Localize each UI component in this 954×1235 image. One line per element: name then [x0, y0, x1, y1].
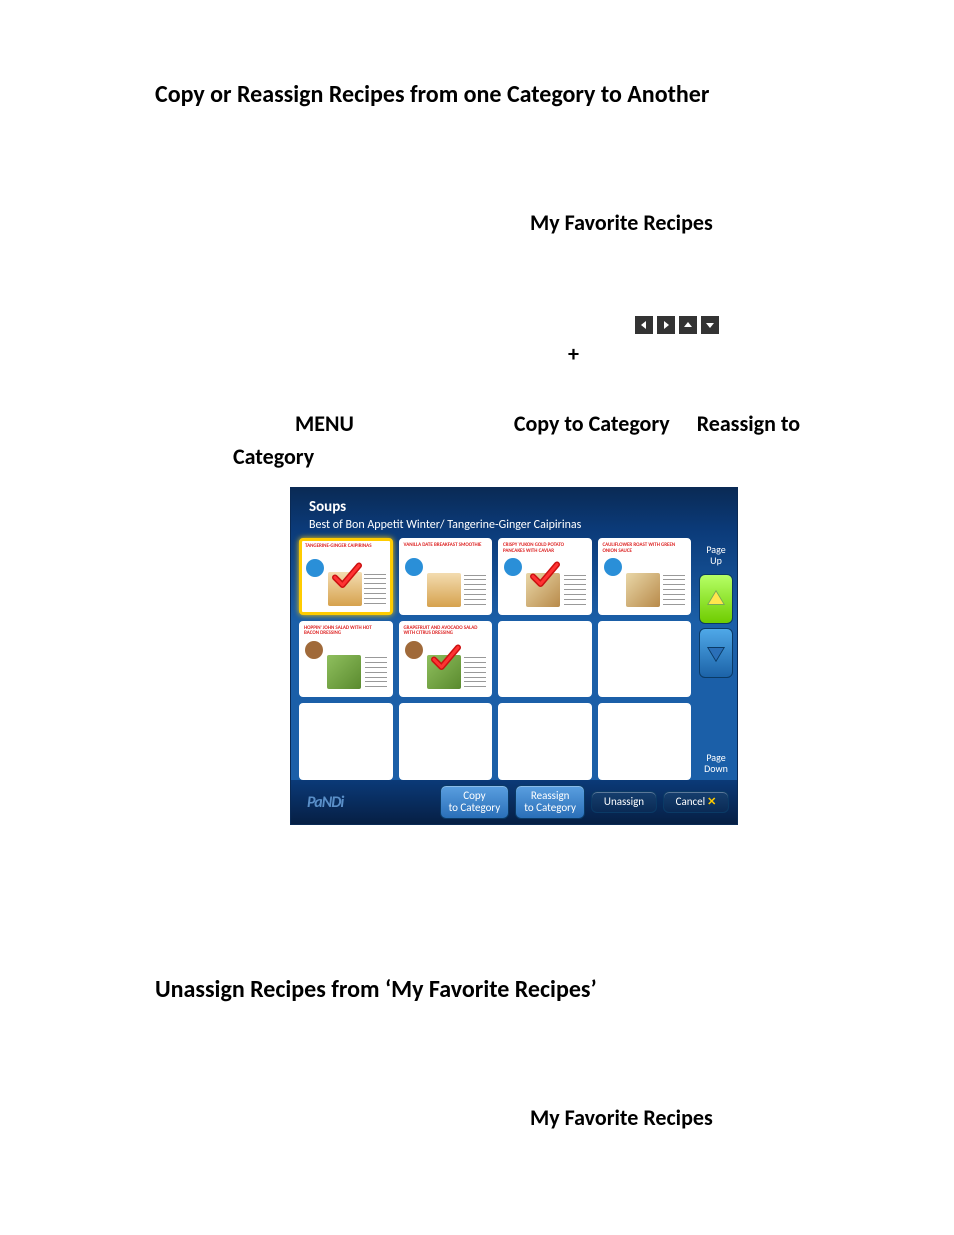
recipe-source-badge — [306, 559, 324, 577]
recipe-tile[interactable]: GRAPEFRUIT AND AVOCADO SALAD WITH CITRUS… — [399, 621, 493, 698]
reassign-to-category-button[interactable]: Reassignto Category — [515, 785, 585, 818]
recipe-tile-title: VANILLA DATE BREAKFAST SMOOTHIE — [401, 540, 491, 554]
section-heading-copy-reassign: Copy or Reassign Recipes from one Catego… — [155, 80, 854, 109]
label-reassign-to: Reassign to — [697, 407, 800, 440]
page-down-label: PageDown — [695, 746, 737, 780]
panel-category-name: Soups — [309, 498, 723, 516]
label-copy-to-category: Copy to Category — [514, 407, 670, 440]
recipe-text-lines — [464, 573, 486, 607]
page-up-label: PageUp — [695, 538, 737, 572]
close-icon: ✕ — [707, 795, 716, 808]
recipe-source-badge — [305, 641, 323, 659]
recipe-source-badge — [405, 641, 423, 659]
recipe-text-lines — [464, 655, 486, 689]
arrow-left-icon — [635, 316, 653, 334]
page-up-button[interactable] — [699, 574, 733, 624]
recipe-text-lines — [365, 655, 387, 689]
section-heading-unassign: Unassign Recipes from ‘My Favorite Recip… — [155, 975, 854, 1004]
recipe-tile-title: CRISPY YUKON GOLD POTATO PANCAKES WITH C… — [500, 540, 590, 554]
recipe-tile[interactable] — [299, 703, 393, 780]
recipe-text-lines — [364, 572, 386, 606]
copy-to-category-button[interactable]: Copyto Category — [440, 785, 510, 818]
recipe-thumbnail — [327, 655, 361, 689]
label-menu: MENU — [295, 407, 354, 440]
panel-bottom-bar: PaNDi Copyto Category Reassignto Categor… — [291, 780, 737, 824]
device-screenshot-panel: Soups Best of Bon Appetit Winter/ Tanger… — [290, 487, 738, 825]
recipe-grid: TANGERINE-GINGER CAIPIRINAS VANILLA DATE … — [299, 538, 691, 780]
recipe-thumbnail — [328, 572, 362, 606]
recipe-thumbnail — [526, 573, 560, 607]
arrow-down-icon — [701, 316, 719, 334]
arrow-up-icon — [679, 316, 697, 334]
arrow-key-icons — [635, 316, 854, 334]
recipe-tile[interactable] — [399, 703, 493, 780]
page-down-button[interactable] — [699, 628, 733, 678]
recipe-source-badge — [604, 558, 622, 576]
recipe-thumbnail — [626, 573, 660, 607]
recipe-tile[interactable]: VANILLA DATE BREAKFAST SMOOTHIE — [399, 538, 493, 615]
cancel-button[interactable]: Cancel✕ — [663, 791, 729, 813]
recipe-tile[interactable]: CRISPY YUKON GOLD POTATO PANCAKES WITH C… — [498, 538, 592, 615]
recipe-thumbnail — [427, 655, 461, 689]
recipe-text-lines — [663, 573, 685, 607]
recipe-tile[interactable]: TANGERINE-GINGER CAIPIRINAS — [299, 538, 393, 615]
menu-instruction-row: MENU Copy to Category Reassign to Catego… — [155, 407, 854, 473]
recipe-tile[interactable] — [598, 703, 692, 780]
recipe-source-badge — [405, 558, 423, 576]
brand-logo: PaNDi — [307, 793, 343, 812]
recipe-thumbnail — [427, 573, 461, 607]
recipe-tile-title: CAULIFLOWER ROAST WITH GREEN ONION SAUCE — [600, 540, 690, 554]
recipe-tile[interactable] — [498, 621, 592, 698]
recipe-source-badge — [504, 558, 522, 576]
recipe-tile[interactable] — [598, 621, 692, 698]
plus-symbol: + — [568, 340, 854, 367]
label-my-favorite-recipes: My Favorite Recipes — [530, 209, 854, 236]
label-category: Category — [233, 440, 314, 473]
recipe-tile-title: HOPPIN' JOHN SALAD WITH HOT BACON DRESSI… — [301, 623, 391, 637]
arrow-right-icon — [657, 316, 675, 334]
recipe-tile[interactable]: HOPPIN' JOHN SALAD WITH HOT BACON DRESSI… — [299, 621, 393, 698]
recipe-tile[interactable] — [498, 703, 592, 780]
label-my-favorite-recipes-2: My Favorite Recipes — [530, 1104, 854, 1131]
unassign-button[interactable]: Unassign — [591, 791, 657, 813]
recipe-tile-title: GRAPEFRUIT AND AVOCADO SALAD WITH CITRUS… — [401, 623, 491, 637]
panel-sidebar: PageUp PageDown — [695, 538, 737, 780]
recipe-tile-title: TANGERINE-GINGER CAIPIRINAS — [302, 541, 390, 555]
panel-breadcrumb: Best of Bon Appetit Winter/ Tangerine-Gi… — [309, 518, 723, 532]
panel-header: Soups Best of Bon Appetit Winter/ Tanger… — [291, 488, 737, 538]
recipe-text-lines — [564, 573, 586, 607]
recipe-tile[interactable]: CAULIFLOWER ROAST WITH GREEN ONION SAUCE — [598, 538, 692, 615]
